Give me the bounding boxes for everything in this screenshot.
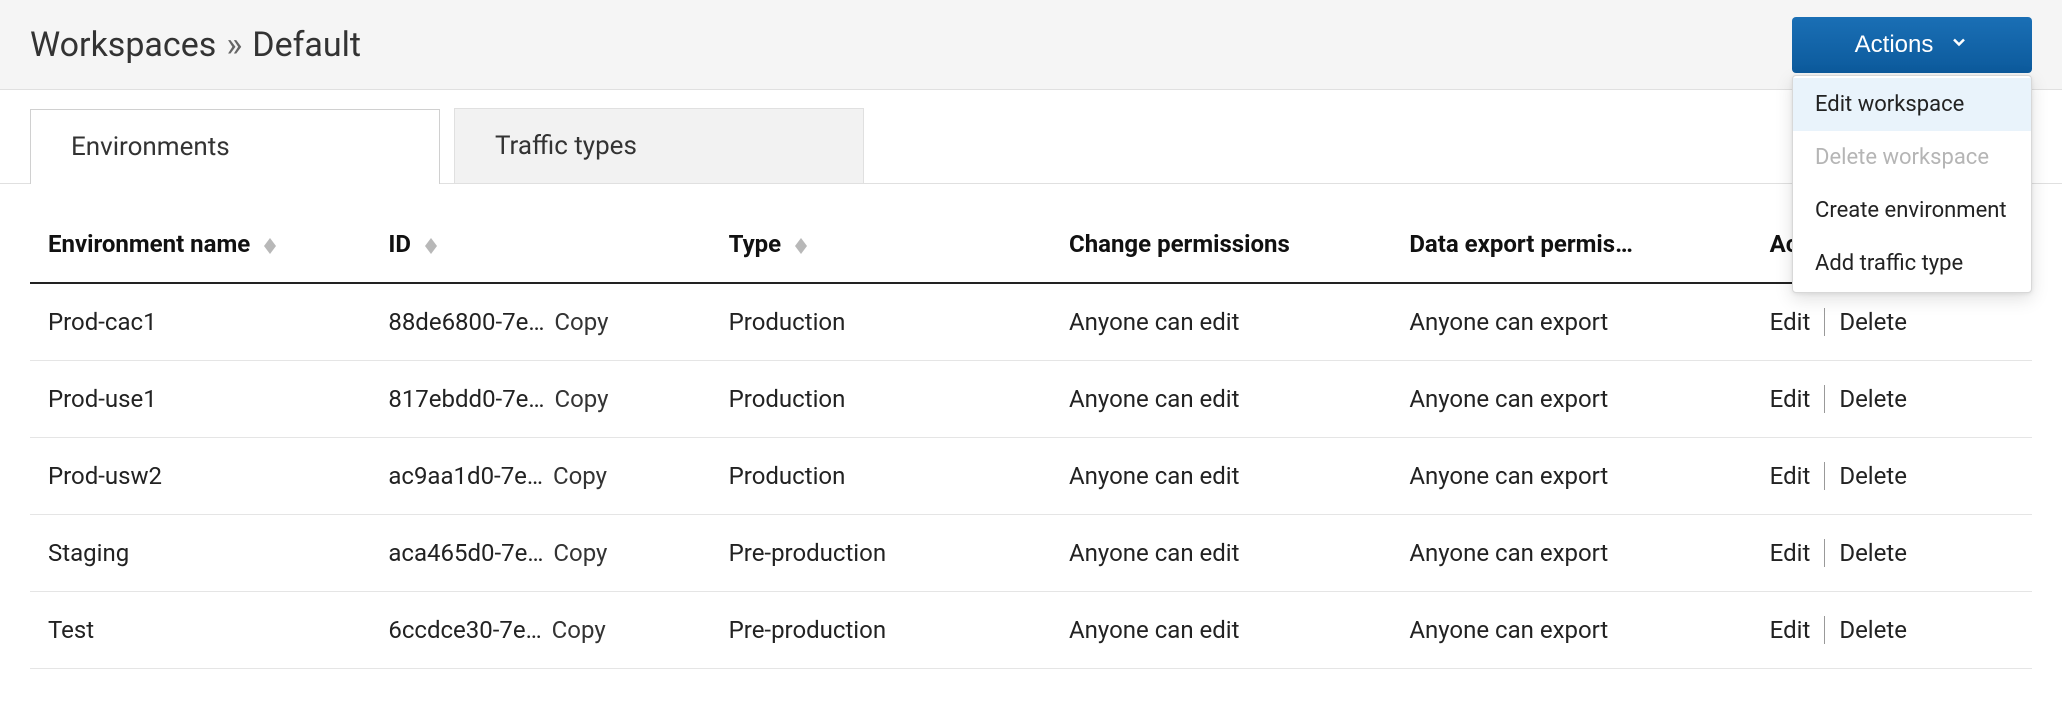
delete-button[interactable]: Delete xyxy=(1839,616,1907,644)
actions-dropdown-wrap: Actions Edit workspaceDelete workspaceCr… xyxy=(1792,17,2032,73)
col-header-type[interactable]: Type xyxy=(711,210,1051,283)
edit-button[interactable]: Edit xyxy=(1770,539,1811,567)
action-divider xyxy=(1824,616,1825,644)
edit-button[interactable]: Edit xyxy=(1770,462,1811,490)
col-header-change: Change permissions xyxy=(1051,210,1391,283)
env-id-cell: 817ebdd0-7e… Copy xyxy=(370,361,710,438)
env-id-cell: ac9aa1d0-7e… Copy xyxy=(370,438,710,515)
environments-table-wrap: Environment name ID Type xyxy=(0,210,2062,669)
table-row: Prod-use1817ebdd0-7e…CopyProductionAnyon… xyxy=(30,361,2032,438)
env-name-cell: Test xyxy=(30,592,370,669)
env-name-cell: Prod-usw2 xyxy=(30,438,370,515)
env-id-text: ac9aa1d0-7e… xyxy=(388,462,543,490)
copy-button[interactable]: Copy xyxy=(554,308,608,336)
actions-button[interactable]: Actions xyxy=(1792,17,2032,73)
env-change-cell: Anyone can edit xyxy=(1051,515,1391,592)
action-divider xyxy=(1824,539,1825,567)
env-actions-cell: Edit Delete xyxy=(1752,361,2032,438)
actions-dropdown-menu: Edit workspaceDelete workspaceCreate env… xyxy=(1792,75,2032,293)
env-id-cell: 88de6800-7e… Copy xyxy=(370,283,710,361)
tabs: EnvironmentsTraffic types xyxy=(0,90,2062,184)
copy-button[interactable]: Copy xyxy=(553,462,607,490)
col-header-name-label: Environment name xyxy=(48,230,250,258)
edit-button[interactable]: Edit xyxy=(1770,385,1811,413)
env-actions-cell: Edit Delete xyxy=(1752,283,2032,361)
env-export-cell: Anyone can export xyxy=(1391,515,1751,592)
delete-button[interactable]: Delete xyxy=(1839,308,1907,336)
env-id-text: 88de6800-7e… xyxy=(388,308,544,336)
env-export-cell: Anyone can export xyxy=(1391,592,1751,669)
env-change-cell: Anyone can edit xyxy=(1051,361,1391,438)
table-row: Prod-cac188de6800-7e…CopyProductionAnyon… xyxy=(30,283,2032,361)
delete-button[interactable]: Delete xyxy=(1839,385,1907,413)
col-header-id-label: ID xyxy=(388,230,411,258)
edit-button[interactable]: Edit xyxy=(1770,616,1811,644)
env-actions-cell: Edit Delete xyxy=(1752,592,2032,669)
col-header-export: Data export permis… xyxy=(1391,210,1751,283)
dropdown-item[interactable]: Edit workspace xyxy=(1793,78,2031,131)
action-divider xyxy=(1824,308,1825,336)
chevron-down-icon xyxy=(1949,31,1969,59)
action-divider xyxy=(1824,385,1825,413)
env-export-cell: Anyone can export xyxy=(1391,283,1751,361)
copy-button[interactable]: Copy xyxy=(552,616,606,644)
env-export-cell: Anyone can export xyxy=(1391,438,1751,515)
delete-button[interactable]: Delete xyxy=(1839,462,1907,490)
env-type-cell: Pre-production xyxy=(711,592,1051,669)
sort-icon xyxy=(425,238,437,254)
env-change-cell: Anyone can edit xyxy=(1051,283,1391,361)
table-row: Stagingaca465d0-7e…CopyPre-productionAny… xyxy=(30,515,2032,592)
header-bar: Workspaces » Default Actions Edit worksp… xyxy=(0,0,2062,90)
env-actions-cell: Edit Delete xyxy=(1752,515,2032,592)
copy-button[interactable]: Copy xyxy=(554,385,608,413)
environments-table: Environment name ID Type xyxy=(30,210,2032,669)
dropdown-item[interactable]: Create environment xyxy=(1793,184,2031,237)
env-name-cell: Staging xyxy=(30,515,370,592)
env-name-cell: Prod-cac1 xyxy=(30,283,370,361)
col-header-change-label: Change permissions xyxy=(1069,230,1290,258)
delete-button[interactable]: Delete xyxy=(1839,539,1907,567)
table-row: Prod-usw2ac9aa1d0-7e…CopyProductionAnyon… xyxy=(30,438,2032,515)
edit-button[interactable]: Edit xyxy=(1770,308,1811,336)
col-header-type-label: Type xyxy=(729,230,782,258)
tab[interactable]: Environments xyxy=(30,109,440,184)
env-id-cell: 6ccdce30-7e… Copy xyxy=(370,592,710,669)
env-actions-cell: Edit Delete xyxy=(1752,438,2032,515)
env-name-cell: Prod-use1 xyxy=(30,361,370,438)
env-change-cell: Anyone can edit xyxy=(1051,592,1391,669)
dropdown-item: Delete workspace xyxy=(1793,131,2031,184)
breadcrumb-separator: » xyxy=(226,25,242,65)
tab[interactable]: Traffic types xyxy=(454,108,864,183)
env-change-cell: Anyone can edit xyxy=(1051,438,1391,515)
sort-icon xyxy=(795,238,807,254)
sort-icon xyxy=(264,238,276,254)
dropdown-item[interactable]: Add traffic type xyxy=(1793,237,2031,290)
env-id-text: 817ebdd0-7e… xyxy=(388,385,544,413)
col-header-export-label: Data export permis… xyxy=(1409,230,1633,258)
actions-button-label: Actions xyxy=(1855,31,1934,59)
col-header-id[interactable]: ID xyxy=(370,210,710,283)
env-type-cell: Production xyxy=(711,438,1051,515)
env-export-cell: Anyone can export xyxy=(1391,361,1751,438)
breadcrumb: Workspaces » Default xyxy=(30,25,361,65)
env-id-text: aca465d0-7e… xyxy=(388,539,543,567)
env-type-cell: Production xyxy=(711,283,1051,361)
env-id-text: 6ccdce30-7e… xyxy=(388,616,541,644)
env-id-cell: aca465d0-7e… Copy xyxy=(370,515,710,592)
copy-button[interactable]: Copy xyxy=(553,539,607,567)
env-type-cell: Pre-production xyxy=(711,515,1051,592)
table-row: Test6ccdce30-7e…CopyPre-productionAnyone… xyxy=(30,592,2032,669)
breadcrumb-root[interactable]: Workspaces xyxy=(30,25,216,65)
env-type-cell: Production xyxy=(711,361,1051,438)
breadcrumb-current: Default xyxy=(252,25,361,65)
col-header-name[interactable]: Environment name xyxy=(30,210,370,283)
action-divider xyxy=(1824,462,1825,490)
